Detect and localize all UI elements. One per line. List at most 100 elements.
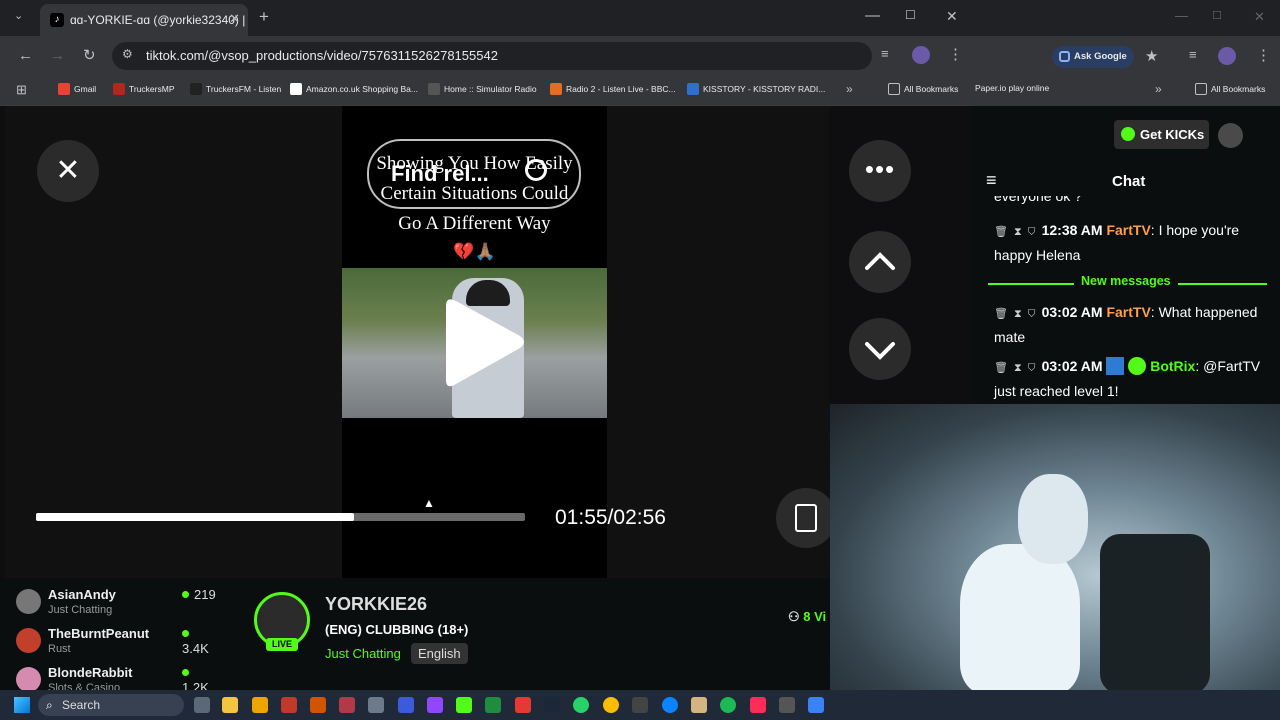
profile-avatar[interactable] — [912, 46, 930, 64]
mod-icons[interactable]: 🗑⧗⛉ — [994, 362, 1042, 374]
channel-item[interactable]: BlondeRabbit Slots & Casino 1.2K — [16, 665, 216, 690]
maximize-icon[interactable]: ☐ — [905, 8, 916, 22]
streamer-name[interactable]: YORKKIE26 — [325, 594, 427, 615]
file-explorer-icon[interactable] — [222, 697, 238, 713]
bookmark-kisstory[interactable]: KISSTORY - KISSTORY RADI... — [687, 83, 825, 95]
folder2-icon — [1195, 83, 1207, 95]
bookmark-radio2[interactable]: Radio 2 - Listen Live - BBC... — [550, 83, 676, 95]
avatar — [16, 589, 41, 614]
close-video-button[interactable]: ✕ — [37, 140, 99, 202]
menu2-icon[interactable]: ⋮ — [1256, 46, 1271, 64]
chat-username[interactable]: FartTV — [1106, 222, 1150, 238]
app-icon[interactable] — [281, 697, 297, 713]
back-icon[interactable]: ← — [18, 47, 33, 64]
amazon-icon — [290, 83, 302, 95]
new-tab-icon[interactable]: + — [259, 7, 269, 27]
user-avatar[interactable] — [1218, 123, 1243, 148]
steam-icon[interactable] — [544, 697, 560, 713]
person-head — [1018, 474, 1088, 564]
forward-icon[interactable]: → — [50, 47, 65, 64]
menu-icon[interactable]: ⋮ — [948, 45, 963, 63]
app-icon[interactable] — [485, 697, 501, 713]
avatar — [16, 628, 41, 653]
app-icon[interactable] — [398, 697, 414, 713]
bookmarks2-overflow-icon[interactable]: » — [1155, 82, 1162, 96]
bookmark-truckersfm[interactable]: TruckersFM - Listen — [190, 83, 281, 95]
next-video-button[interactable] — [849, 318, 911, 380]
bookmark-paperio[interactable]: Paper.io play online — [975, 83, 1049, 93]
app-icon[interactable] — [368, 697, 384, 713]
maximize2-icon[interactable]: ☐ — [1212, 9, 1222, 22]
more-options-button[interactable]: ••• — [849, 140, 911, 202]
profile2-avatar[interactable] — [1218, 47, 1236, 65]
close-window-icon[interactable]: ✕ — [946, 8, 958, 25]
app-icon[interactable] — [691, 697, 707, 713]
whatsapp-icon[interactable] — [573, 697, 589, 713]
play-icon[interactable] — [440, 296, 526, 392]
edge-icon[interactable] — [662, 697, 678, 713]
app-icon[interactable] — [808, 697, 824, 713]
kicks-icon — [1121, 127, 1135, 141]
language-tag[interactable]: English — [411, 643, 468, 664]
apps-icon[interactable]: ⊞ — [16, 82, 27, 98]
all-bookmarks-2[interactable]: All Bookmarks — [1195, 83, 1265, 95]
more-icon: ••• — [864, 154, 896, 184]
bookmarks-overflow-icon[interactable]: » — [846, 82, 853, 96]
close2-icon[interactable]: ✕ — [1254, 9, 1265, 25]
ask-google-button[interactable]: Ask Google — [1052, 46, 1134, 68]
find-related-search[interactable]: Find rel... — [367, 139, 581, 209]
bookmark-simulator-radio[interactable]: Home :: Simulator Radio — [428, 83, 537, 95]
search-icon: ⌕ — [46, 698, 53, 712]
tab-search-icon[interactable]: ⌄ — [14, 9, 23, 22]
chrome-icon[interactable] — [603, 697, 619, 713]
active-tab[interactable]: ♪ ɑɑ-YORKIE-ɑɑ (@yorkie32340) | TikTok ✕ — [40, 4, 248, 36]
bookmark-amazon[interactable]: Amazon.co.uk Shopping Ba... — [290, 83, 418, 95]
app-icon[interactable] — [310, 697, 326, 713]
collapse-chat-icon[interactable]: ≡ — [986, 170, 997, 191]
minimize2-icon[interactable]: — — [1175, 8, 1188, 23]
previous-video-button[interactable] — [849, 231, 911, 293]
gaming-chair — [1100, 534, 1210, 690]
taskbar-search[interactable]: ⌕ Search — [38, 694, 184, 716]
star2-icon[interactable]: ★ — [1145, 47, 1158, 65]
folder-icon — [888, 83, 900, 95]
caption-line-3: Go A Different Way — [398, 213, 551, 234]
all-bookmarks[interactable]: All Bookmarks — [888, 83, 958, 95]
site-info-icon[interactable]: ⚙ — [122, 47, 133, 61]
pip-button[interactable] — [776, 488, 836, 548]
viewer-count: ⚇ 8 Vi — [788, 609, 827, 624]
verified-badge-icon — [1128, 357, 1147, 375]
app-icon[interactable] — [632, 697, 648, 713]
app-icon[interactable] — [252, 697, 268, 713]
get-kicks-button[interactable]: Get KICKs — [1114, 120, 1209, 149]
mod-icons[interactable]: 🗑⧗⛉ — [994, 308, 1042, 320]
media-control-icon[interactable]: ≡ — [881, 46, 889, 61]
chat-username[interactable]: FartTV — [1106, 304, 1150, 320]
task-view-icon[interactable] — [194, 697, 210, 713]
mod-icons[interactable]: 🗑⧗⛉ — [994, 226, 1042, 238]
spotify-icon[interactable] — [720, 697, 736, 713]
bookmark-truckersmp[interactable]: TruckersMP — [113, 83, 175, 95]
app-icon[interactable] — [779, 697, 795, 713]
progress-bar[interactable] — [36, 513, 525, 521]
start-icon[interactable] — [14, 697, 30, 713]
chat-username[interactable]: BotRix — [1150, 358, 1195, 374]
app-icon[interactable] — [339, 697, 355, 713]
chevron-down-icon — [865, 342, 895, 360]
reload-icon[interactable]: ↻ — [83, 46, 96, 64]
close-tab-icon[interactable]: ✕ — [229, 11, 240, 27]
media2-icon[interactable]: ≡ — [1189, 47, 1197, 62]
bookmark-gmail[interactable]: Gmail — [58, 83, 96, 95]
twitch-icon[interactable] — [427, 697, 443, 713]
minimize-icon[interactable]: — — [865, 7, 880, 24]
kick-icon[interactable] — [456, 697, 472, 713]
tiktok-app-icon[interactable] — [750, 697, 766, 713]
address-bar[interactable]: ⚙ tiktok.com/@vsop_productions/video/757… — [112, 42, 872, 70]
stream-category[interactable]: Just Chatting — [325, 646, 401, 661]
url-text[interactable]: tiktok.com/@vsop_productions/video/75763… — [146, 48, 498, 63]
webcam-overlay — [830, 404, 1280, 690]
kisstory-icon — [687, 83, 699, 95]
truckersfm-icon — [190, 83, 202, 95]
app-icon[interactable] — [515, 697, 531, 713]
avatar — [16, 667, 41, 690]
